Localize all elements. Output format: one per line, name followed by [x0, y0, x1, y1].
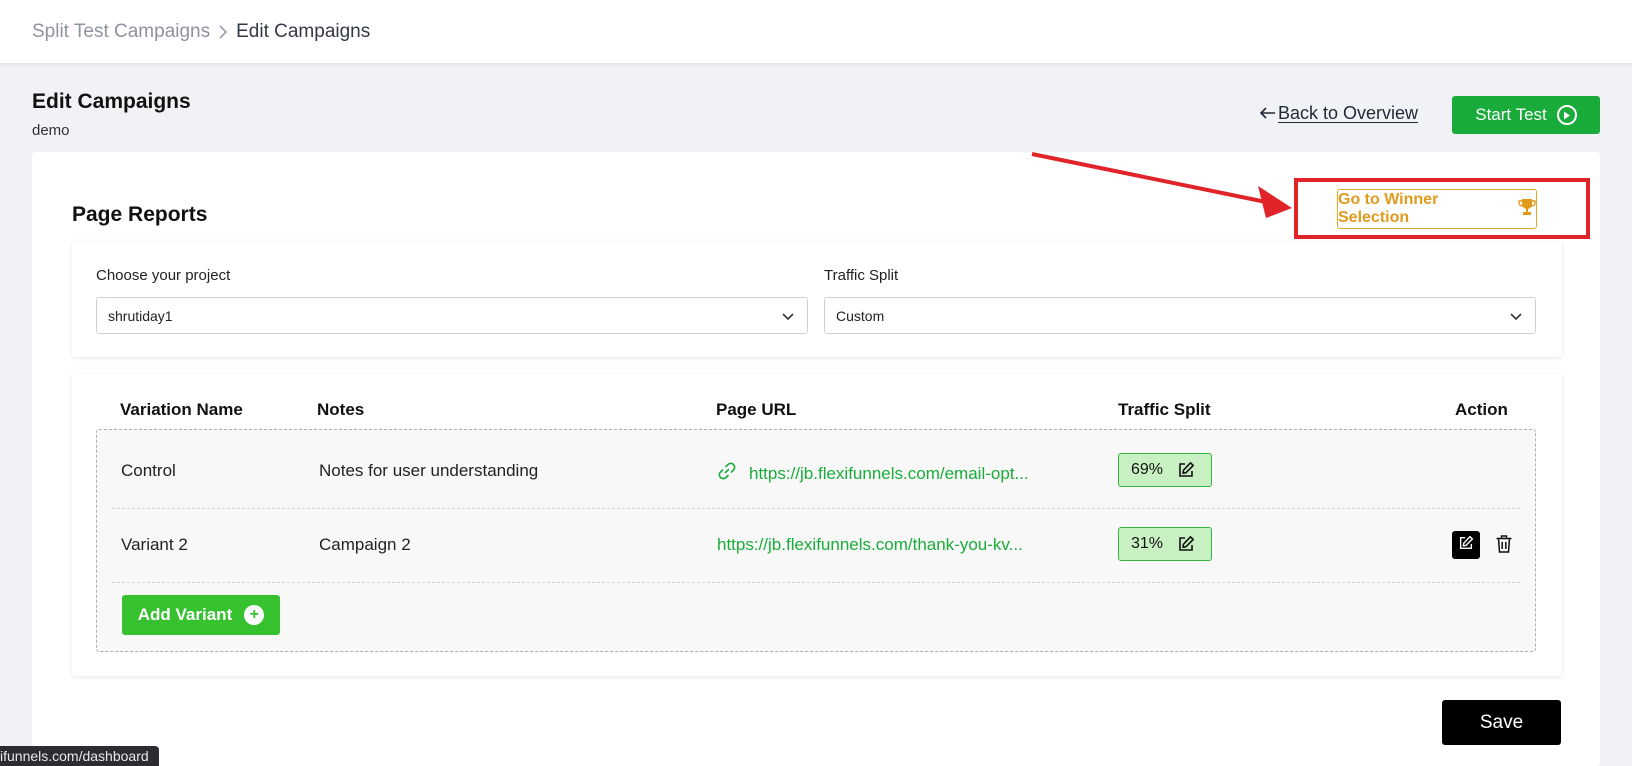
project-select[interactable]: shrutiday1	[96, 297, 808, 334]
annotation-arrow	[1031, 152, 1292, 218]
variation-url-link[interactable]: https://jb.flexifunnels.com/thank-you-kv…	[717, 535, 1023, 555]
column-header-variation-name: Variation Name	[120, 400, 243, 419]
link-icon	[717, 461, 737, 486]
chevron-down-icon	[781, 309, 795, 326]
breadcrumb: Split Test Campaigns Edit Campaigns	[0, 0, 1632, 64]
arrow-left-icon	[1259, 103, 1276, 124]
edit-icon	[1458, 535, 1474, 556]
traffic-split-value: 31%	[1131, 535, 1164, 552]
variation-name: Control	[121, 461, 176, 480]
variation-url: https://jb.flexifunnels.com/thank-you-kv…	[717, 535, 1023, 554]
plus-circle-icon: +	[244, 605, 265, 625]
back-to-overview-link[interactable]: Back to Overview	[1259, 103, 1419, 124]
delete-variant-button[interactable]	[1495, 534, 1513, 559]
start-test-label: Start Test	[1475, 105, 1547, 124]
traffic-split-select[interactable]: Custom	[824, 297, 1536, 334]
traffic-split-select-value: Custom	[836, 307, 885, 324]
page-subtitle: demo	[32, 122, 70, 139]
breadcrumb-link-campaigns[interactable]: Split Test Campaigns	[32, 21, 210, 43]
add-variant-button[interactable]: Add Variant +	[122, 595, 280, 635]
project-label: Choose your project	[96, 267, 231, 284]
section-title: Page Reports	[72, 203, 208, 226]
annotation-highlight-box	[1294, 178, 1590, 239]
edit-split-icon[interactable]	[1177, 461, 1195, 479]
play-icon	[1556, 105, 1577, 125]
column-header-action: Action	[1455, 400, 1508, 419]
breadcrumb-current: Edit Campaigns	[236, 20, 371, 42]
status-bar-url: ifunnels.com/dashboard	[0, 746, 159, 766]
traffic-split-label: Traffic Split	[824, 267, 899, 284]
chevron-down-icon	[1509, 309, 1523, 326]
variation-notes: Campaign 2	[319, 535, 411, 554]
variation-notes: Notes for user understanding	[319, 461, 539, 480]
column-header-notes: Notes	[317, 400, 365, 419]
trash-icon	[1495, 535, 1513, 558]
variation-name: Variant 2	[121, 535, 188, 554]
traffic-split-badge: 69%	[1118, 453, 1212, 487]
edit-variant-button[interactable]	[1452, 531, 1480, 559]
filters-panel: Choose your project shrutiday1 Traffic S…	[72, 241, 1562, 357]
column-header-traffic-split: Traffic Split	[1118, 400, 1211, 419]
save-button[interactable]: Save	[1442, 700, 1561, 745]
variation-url-link[interactable]: https://jb.flexifunnels.com/email-opt...	[717, 461, 1029, 486]
variations-table: Variation Name Notes Page URL Traffic Sp…	[72, 374, 1562, 676]
row-divider	[112, 582, 1520, 583]
traffic-split-value: 69%	[1131, 461, 1164, 478]
project-select-value: shrutiday1	[108, 307, 173, 324]
chevron-right-icon	[218, 24, 228, 40]
back-to-overview-label: Back to Overview	[1278, 103, 1419, 123]
page-title: Edit Campaigns	[32, 90, 191, 113]
add-variant-label: Add Variant	[137, 605, 233, 624]
column-header-page-url: Page URL	[716, 400, 797, 419]
start-test-button[interactable]: Start Test	[1452, 96, 1600, 134]
row-divider	[112, 508, 1520, 509]
edit-split-icon[interactable]	[1177, 535, 1195, 553]
variation-url: https://jb.flexifunnels.com/email-opt...	[749, 463, 1029, 483]
traffic-split-badge: 31%	[1118, 527, 1212, 561]
